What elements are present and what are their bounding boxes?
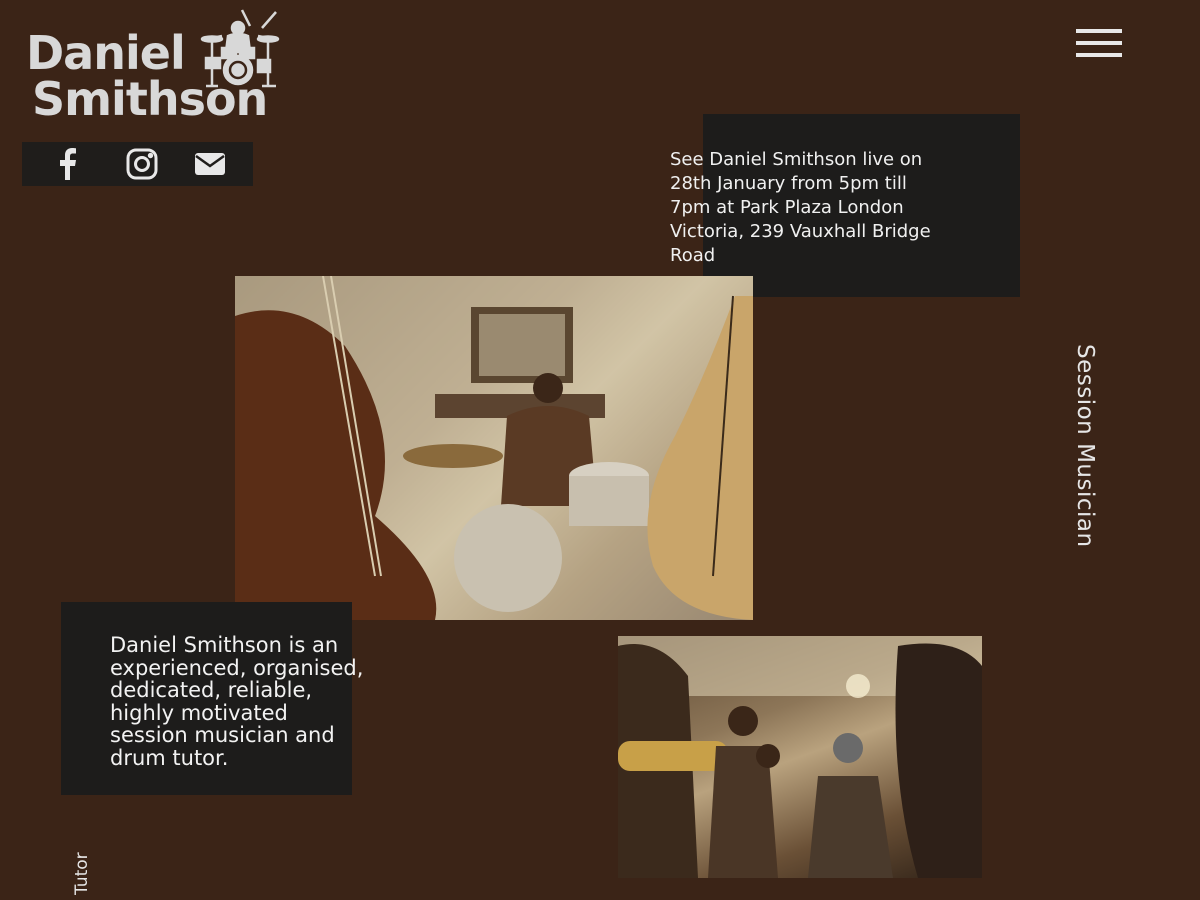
bio-text: Daniel Smithson is an experienced, organ… bbox=[110, 633, 364, 770]
email-link[interactable] bbox=[194, 148, 226, 180]
site-logo[interactable]: Daniel Smithson bbox=[26, 9, 296, 132]
mail-icon bbox=[195, 153, 225, 175]
instagram-icon bbox=[126, 148, 158, 180]
social-links-bar bbox=[22, 142, 253, 186]
menu-bar bbox=[1076, 41, 1122, 45]
menu-bar bbox=[1076, 29, 1122, 33]
menu-bar bbox=[1076, 53, 1122, 57]
facebook-link[interactable] bbox=[52, 148, 84, 180]
band-members-photo bbox=[618, 636, 982, 878]
session-musician-label: Session Musician bbox=[1072, 344, 1098, 548]
instagram-link[interactable] bbox=[126, 148, 158, 180]
facebook-icon bbox=[60, 148, 76, 180]
event-announcement: See Daniel Smithson live on 28th January… bbox=[670, 149, 931, 266]
band-photo bbox=[235, 276, 753, 620]
drummer-icon bbox=[200, 9, 280, 88]
hamburger-menu-icon[interactable] bbox=[1076, 28, 1122, 58]
tutor-label: Tutor bbox=[72, 852, 92, 895]
